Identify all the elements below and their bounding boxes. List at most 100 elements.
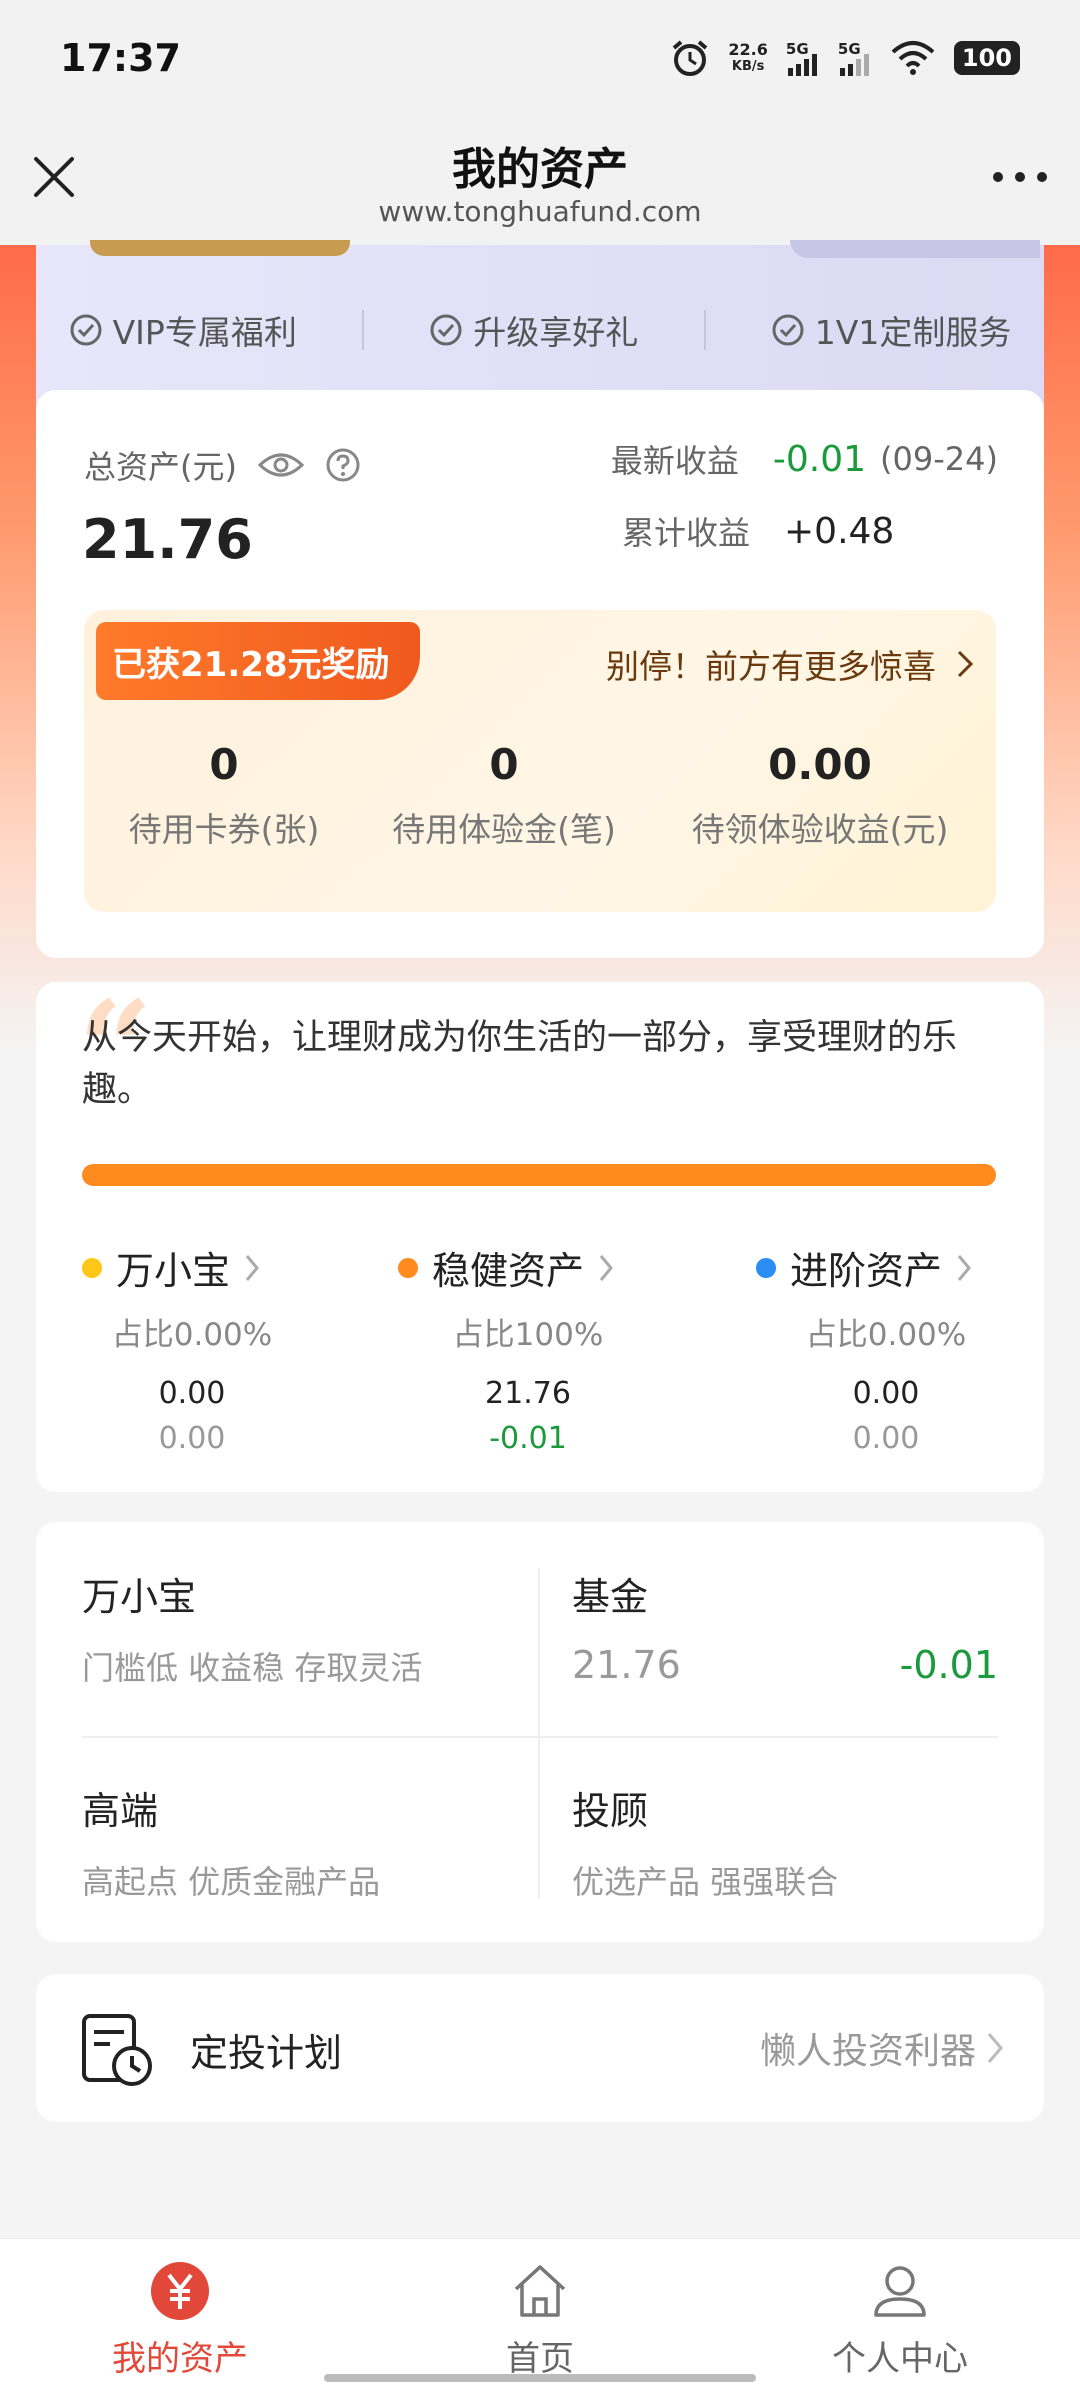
cumulative-earnings-row: 累计收益 +0.48 bbox=[622, 508, 998, 554]
product-title: 基金 bbox=[572, 1575, 649, 1619]
product-fund[interactable]: 基金 21.76 -0.01 bbox=[572, 1566, 998, 1687]
tab-label: 首页 bbox=[506, 2339, 574, 2379]
vip-perk-label: 升级享好礼 bbox=[473, 313, 639, 352]
tab-label: 我的资产 bbox=[112, 2339, 248, 2379]
divider bbox=[703, 310, 706, 350]
calendar-clock-icon bbox=[82, 2014, 152, 2086]
dot-icon bbox=[398, 1257, 418, 1278]
allocation-percent: 占比0.00% bbox=[111, 1317, 273, 1353]
help-icon[interactable] bbox=[325, 447, 361, 483]
allocation-progress-bar bbox=[82, 1164, 996, 1186]
vip-perk-2[interactable]: 升级享好礼 bbox=[429, 306, 638, 354]
reward-tag: 已获21.28元奖励 bbox=[96, 622, 420, 700]
signal-bars-icon bbox=[787, 53, 817, 76]
allocation-amount: 0.00 bbox=[158, 1376, 226, 1411]
vip-perk-label: 1V1定制服务 bbox=[814, 313, 1012, 352]
reward-stats: 0 待用卡券(张) 0 待用体验金(笔) 0.00 待领体验收益(元) bbox=[84, 740, 996, 851]
alarm-icon bbox=[673, 39, 708, 76]
allocation-name: 进阶资产 bbox=[790, 1249, 943, 1293]
yuan-icon bbox=[151, 2262, 209, 2320]
divider bbox=[362, 310, 365, 350]
page-url: www.tonghuafund.com bbox=[378, 195, 702, 228]
total-assets-label: 总资产(元) bbox=[84, 442, 361, 488]
allocation-percent: 占比0.00% bbox=[805, 1317, 967, 1353]
stat-value: 0 bbox=[209, 740, 239, 789]
home-indicator bbox=[324, 2374, 756, 2382]
divider bbox=[82, 1736, 998, 1738]
tab-profile[interactable]: 个人中心 bbox=[720, 2239, 1080, 2388]
latest-earnings-date: (09-24) bbox=[880, 440, 998, 478]
vip-perk-1[interactable]: VIP专属福利 bbox=[69, 306, 297, 354]
signal-2: 5G bbox=[838, 40, 872, 76]
investment-plan-card[interactable]: 定投计划 懒人投资利器 bbox=[36, 1974, 1044, 2122]
home-icon bbox=[514, 2265, 566, 2317]
product-subtitle: 优选产品 强强联合 bbox=[572, 1863, 839, 1901]
vip-perks: VIP专属福利 升级享好礼 1V1定制服务 bbox=[36, 300, 1044, 360]
chevron-right-icon bbox=[987, 2033, 1003, 2063]
total-assets-value: 21.76 bbox=[82, 508, 253, 571]
product-advisor[interactable]: 投顾 优选产品 强强联合 bbox=[572, 1780, 838, 1903]
stat-trial-earnings[interactable]: 0.00 待领体验收益(元) bbox=[644, 740, 996, 851]
tab-home[interactable]: 首页 bbox=[360, 2239, 720, 2388]
cumulative-earnings-label: 累计收益 bbox=[621, 514, 750, 552]
status-time: 17:37 bbox=[60, 35, 181, 80]
allocation-percent: 占比100% bbox=[452, 1317, 604, 1353]
stat-coupons[interactable]: 0 待用卡券(张) bbox=[84, 740, 364, 851]
check-circle-icon bbox=[70, 314, 102, 346]
vip-badge-decoration-right bbox=[790, 240, 1040, 258]
nav-bar: 我的资产 www.tonghuafund.com bbox=[0, 115, 1080, 245]
wifi-icon bbox=[891, 40, 935, 75]
divider bbox=[538, 1568, 540, 1898]
allocation-progress-fill bbox=[82, 1164, 996, 1186]
more-icon[interactable] bbox=[990, 167, 1050, 187]
stat-trial-funds[interactable]: 0 待用体验金(笔) bbox=[364, 740, 644, 851]
stat-label: 待领体验收益(元) bbox=[691, 810, 949, 849]
allocation-wanxiaobao[interactable]: 万小宝 占比0.00% 0.00 0.00 bbox=[82, 1240, 302, 1456]
eye-icon[interactable] bbox=[257, 450, 305, 480]
fund-change: -0.01 bbox=[899, 1643, 998, 1687]
signal-1: 5G bbox=[786, 40, 820, 76]
allocation-steady[interactable]: 稳健资产 占比100% 21.76 -0.01 bbox=[398, 1240, 658, 1456]
battery-indicator: 100 bbox=[953, 40, 1020, 75]
allocation-change: -0.01 bbox=[489, 1421, 567, 1456]
status-icons: 22.6 KB/s 5G 5G 100 bbox=[670, 38, 1020, 78]
page-title: 我的资产 bbox=[452, 144, 628, 195]
stat-value: 0.00 bbox=[768, 740, 872, 789]
plan-hint: 懒人投资利器 bbox=[760, 2022, 1004, 2074]
vip-badge-decoration bbox=[90, 240, 350, 256]
status-bar: 17:37 22.6 KB/s 5G 5G 100 bbox=[0, 0, 1080, 115]
allocation-advanced[interactable]: 进阶资产 占比0.00% 0.00 0.00 bbox=[756, 1240, 1016, 1456]
product-highend[interactable]: 高端 高起点 优质金融产品 bbox=[82, 1780, 380, 1903]
dot-icon bbox=[82, 1257, 102, 1278]
allocation-name: 稳健资产 bbox=[432, 1249, 585, 1293]
cumulative-earnings-value: +0.48 bbox=[784, 510, 895, 552]
product-wanxiaobao[interactable]: 万小宝 门槛低 收益稳 存取灵活 bbox=[82, 1566, 422, 1689]
allocation-name: 万小宝 bbox=[116, 1249, 231, 1293]
allocation-change: 0.00 bbox=[852, 1421, 920, 1456]
latest-earnings-label: 最新收益 bbox=[610, 442, 739, 480]
allocation-row: 万小宝 占比0.00% 0.00 0.00 稳健资产 占比100% 21.76 … bbox=[36, 1240, 1044, 1460]
check-circle-icon bbox=[772, 314, 804, 346]
check-circle-icon bbox=[430, 314, 462, 346]
user-icon bbox=[874, 2266, 926, 2317]
product-subtitle: 高起点 优质金融产品 bbox=[82, 1863, 381, 1901]
allocation-amount: 0.00 bbox=[852, 1376, 920, 1411]
asset-card: 总资产(元) 21.76 最新收益 -0.01 (09-24) 累计收益 +0.… bbox=[36, 390, 1044, 958]
fund-value: 21.76 bbox=[572, 1643, 681, 1687]
reward-hint[interactable]: 别停！前方有更多惊喜 bbox=[606, 640, 974, 688]
allocation-change: 0.00 bbox=[158, 1421, 226, 1456]
vip-perk-3[interactable]: 1V1定制服务 bbox=[771, 306, 1012, 354]
chevron-right-icon bbox=[599, 1254, 613, 1281]
dot-icon bbox=[756, 1257, 776, 1278]
tab-bar: 我的资产 首页 个人中心 bbox=[0, 2238, 1080, 2388]
plan-title: 定投计划 bbox=[190, 2031, 343, 2075]
allocation-card: “ 从今天开始，让理财成为你生活的一部分，享受理财的乐趣。 万小宝 占比0.00… bbox=[36, 972, 1044, 1492]
vip-perk-label: VIP专属福利 bbox=[112, 313, 297, 352]
stat-value: 0 bbox=[489, 740, 519, 789]
chevron-right-icon bbox=[957, 1254, 971, 1281]
product-title: 高端 bbox=[82, 1789, 159, 1833]
tab-my-assets[interactable]: 我的资产 bbox=[0, 2239, 360, 2388]
tab-label: 个人中心 bbox=[832, 2339, 968, 2379]
chevron-right-icon bbox=[245, 1254, 259, 1281]
reward-box[interactable]: 已获21.28元奖励 别停！前方有更多惊喜 0 待用卡券(张) 0 待用体验金(… bbox=[84, 610, 996, 912]
